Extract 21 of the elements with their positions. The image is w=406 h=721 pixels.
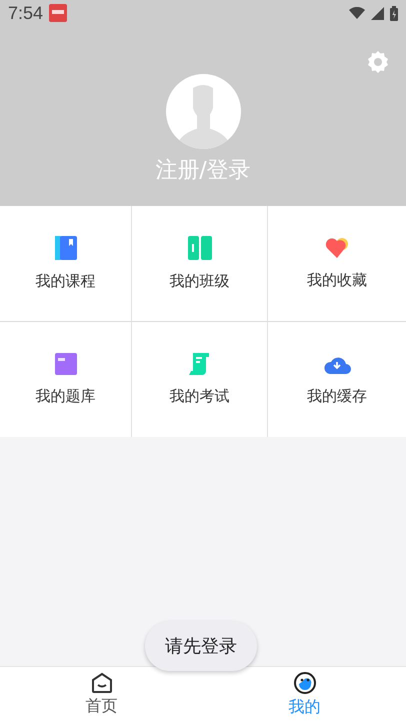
scroll-icon xyxy=(188,353,210,375)
menu-item[interactable]: 我的课程 xyxy=(0,206,132,322)
status-time: 7:54 xyxy=(8,2,44,24)
smiley-icon xyxy=(292,670,316,694)
menu-item[interactable]: 我的考试 xyxy=(132,322,268,437)
settings-icon[interactable] xyxy=(366,50,390,74)
avatar[interactable] xyxy=(166,74,240,149)
menu-item[interactable]: 我的缓存 xyxy=(268,322,406,437)
book-icon xyxy=(54,236,76,260)
menu-item[interactable]: 我的班级 xyxy=(132,206,268,322)
menu-item[interactable]: 我的收藏 xyxy=(268,206,406,322)
heart-icon xyxy=(325,237,349,259)
toast: 请先登录 xyxy=(145,621,257,671)
notebook-icon xyxy=(54,353,76,375)
open-book-icon xyxy=(188,236,212,260)
app-notification-icon xyxy=(49,4,68,22)
home-icon xyxy=(90,672,112,694)
battery-icon xyxy=(390,6,398,20)
menu-item[interactable]: 我的题库 xyxy=(0,322,132,437)
wifi-icon xyxy=(349,7,365,19)
signal-icon xyxy=(371,6,384,20)
